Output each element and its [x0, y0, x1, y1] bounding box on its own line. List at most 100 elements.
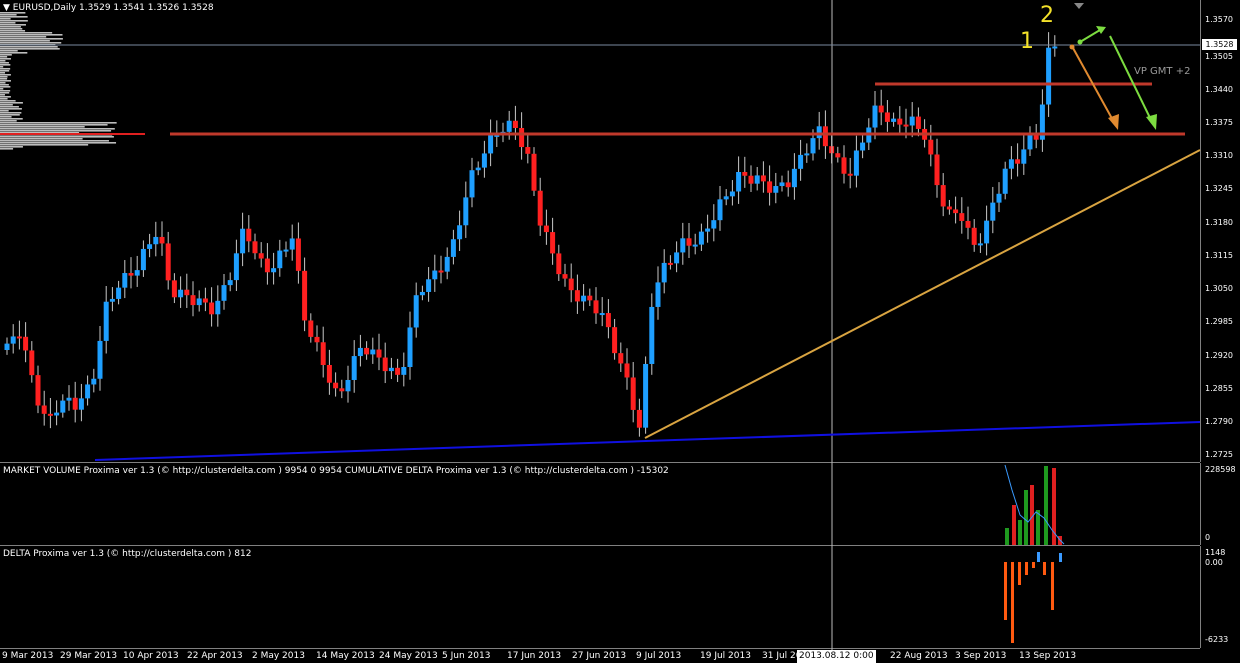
candle-body	[587, 295, 593, 301]
trendline[interactable]	[644, 149, 1201, 439]
candle-body	[357, 347, 363, 357]
candle-body	[140, 248, 146, 271]
volume-profile-bar	[0, 70, 10, 72]
delta-bar	[1025, 562, 1028, 575]
candle-body	[915, 116, 921, 129]
candle-body	[605, 313, 611, 328]
candle-body	[1015, 159, 1021, 164]
candle-body	[171, 280, 177, 298]
candle-body	[314, 336, 320, 343]
volume-profile-bar	[0, 122, 117, 124]
candle-body	[178, 289, 184, 298]
candle-body	[779, 182, 785, 187]
candle-body	[16, 336, 22, 339]
candle-body	[85, 384, 91, 399]
delta-bar	[1037, 552, 1040, 562]
candle-body	[376, 349, 382, 358]
volume-profile-bar	[0, 72, 6, 74]
candle-body	[556, 253, 562, 275]
candle-body	[550, 232, 556, 254]
volume-profile-bar	[0, 118, 23, 120]
volume-profile-bar	[0, 116, 12, 118]
delta-bar	[1043, 562, 1046, 575]
volume-profile-bar	[0, 80, 11, 82]
volume-profile-bar	[0, 94, 5, 96]
candle-body	[767, 181, 773, 193]
candle-body	[816, 126, 822, 139]
candle-body	[1046, 47, 1052, 105]
volume-profile-bar	[0, 138, 83, 140]
candle-body	[519, 127, 525, 148]
candle-body	[630, 377, 636, 410]
chart-drawing-layer: VP GMT +2 1 2	[0, 0, 1201, 650]
volume-profile-bar	[0, 112, 22, 114]
candle-body	[401, 366, 407, 375]
scroll-marker-icon[interactable]	[1074, 3, 1084, 9]
volume-profile-bar	[0, 26, 21, 28]
candle-body	[977, 243, 983, 246]
candle-body	[463, 197, 469, 226]
candle-body	[23, 336, 29, 351]
volume-profile-bar	[0, 58, 11, 60]
orange-arrow[interactable]	[1069, 44, 1120, 131]
candle-body	[525, 147, 531, 154]
candle-body	[581, 295, 587, 302]
candle-body	[946, 206, 952, 210]
volume-bar	[1024, 490, 1028, 545]
volume-profile-bar	[0, 114, 20, 116]
candle-body	[252, 241, 258, 254]
candle-body	[364, 347, 370, 355]
candle-body	[791, 168, 797, 188]
candle-body	[860, 142, 866, 151]
candle-body	[990, 202, 996, 221]
candle-body	[351, 356, 357, 380]
delta-bar	[1032, 562, 1035, 568]
candle-body	[103, 301, 109, 341]
candle-body	[655, 282, 661, 307]
candle-body	[35, 375, 41, 406]
volume-profile-bar	[0, 76, 8, 78]
candle-body	[853, 150, 859, 176]
volume-profile-bar	[0, 20, 28, 22]
candle-body	[661, 262, 667, 283]
candle-body	[754, 175, 760, 184]
candle-body	[227, 280, 233, 286]
volume-profile-bar	[0, 38, 63, 40]
volume-profile-bar	[0, 66, 4, 68]
volume-profile-bar	[0, 78, 8, 80]
candle-body	[190, 295, 196, 306]
candle-body	[308, 320, 314, 337]
volume-profile-bar	[0, 148, 14, 150]
candle-body	[469, 170, 475, 198]
candle-body	[426, 279, 432, 292]
volume-profile-bar	[0, 110, 9, 112]
candle-body	[1002, 168, 1008, 194]
volume-profile-bar	[0, 102, 23, 104]
candle-body	[29, 350, 35, 376]
candle-body	[320, 342, 326, 365]
candle-body	[339, 388, 345, 392]
candle-body	[711, 220, 717, 229]
candle-body	[1052, 46, 1058, 49]
candle-body	[984, 220, 990, 244]
candle-body	[370, 349, 376, 355]
candle-body	[785, 182, 791, 188]
candle-body	[909, 116, 915, 126]
volume-profile-bar	[0, 90, 11, 92]
candle-body	[122, 273, 128, 288]
volume-profile-bar	[0, 88, 4, 90]
volume-profile-bar	[0, 142, 117, 144]
candle-body	[419, 291, 425, 296]
candle-body	[822, 126, 828, 147]
candle-body	[246, 228, 252, 242]
volume-profile-bar	[0, 68, 11, 70]
support-line[interactable]	[94, 421, 1201, 461]
green-arrow-up[interactable]	[1077, 26, 1107, 45]
candle-body	[289, 238, 295, 250]
candle-body	[903, 124, 909, 127]
candle-body	[512, 120, 518, 128]
candle-body	[971, 227, 977, 245]
candle-body	[134, 270, 140, 276]
candle-body	[773, 186, 779, 193]
volume-profile-bar	[0, 42, 62, 44]
